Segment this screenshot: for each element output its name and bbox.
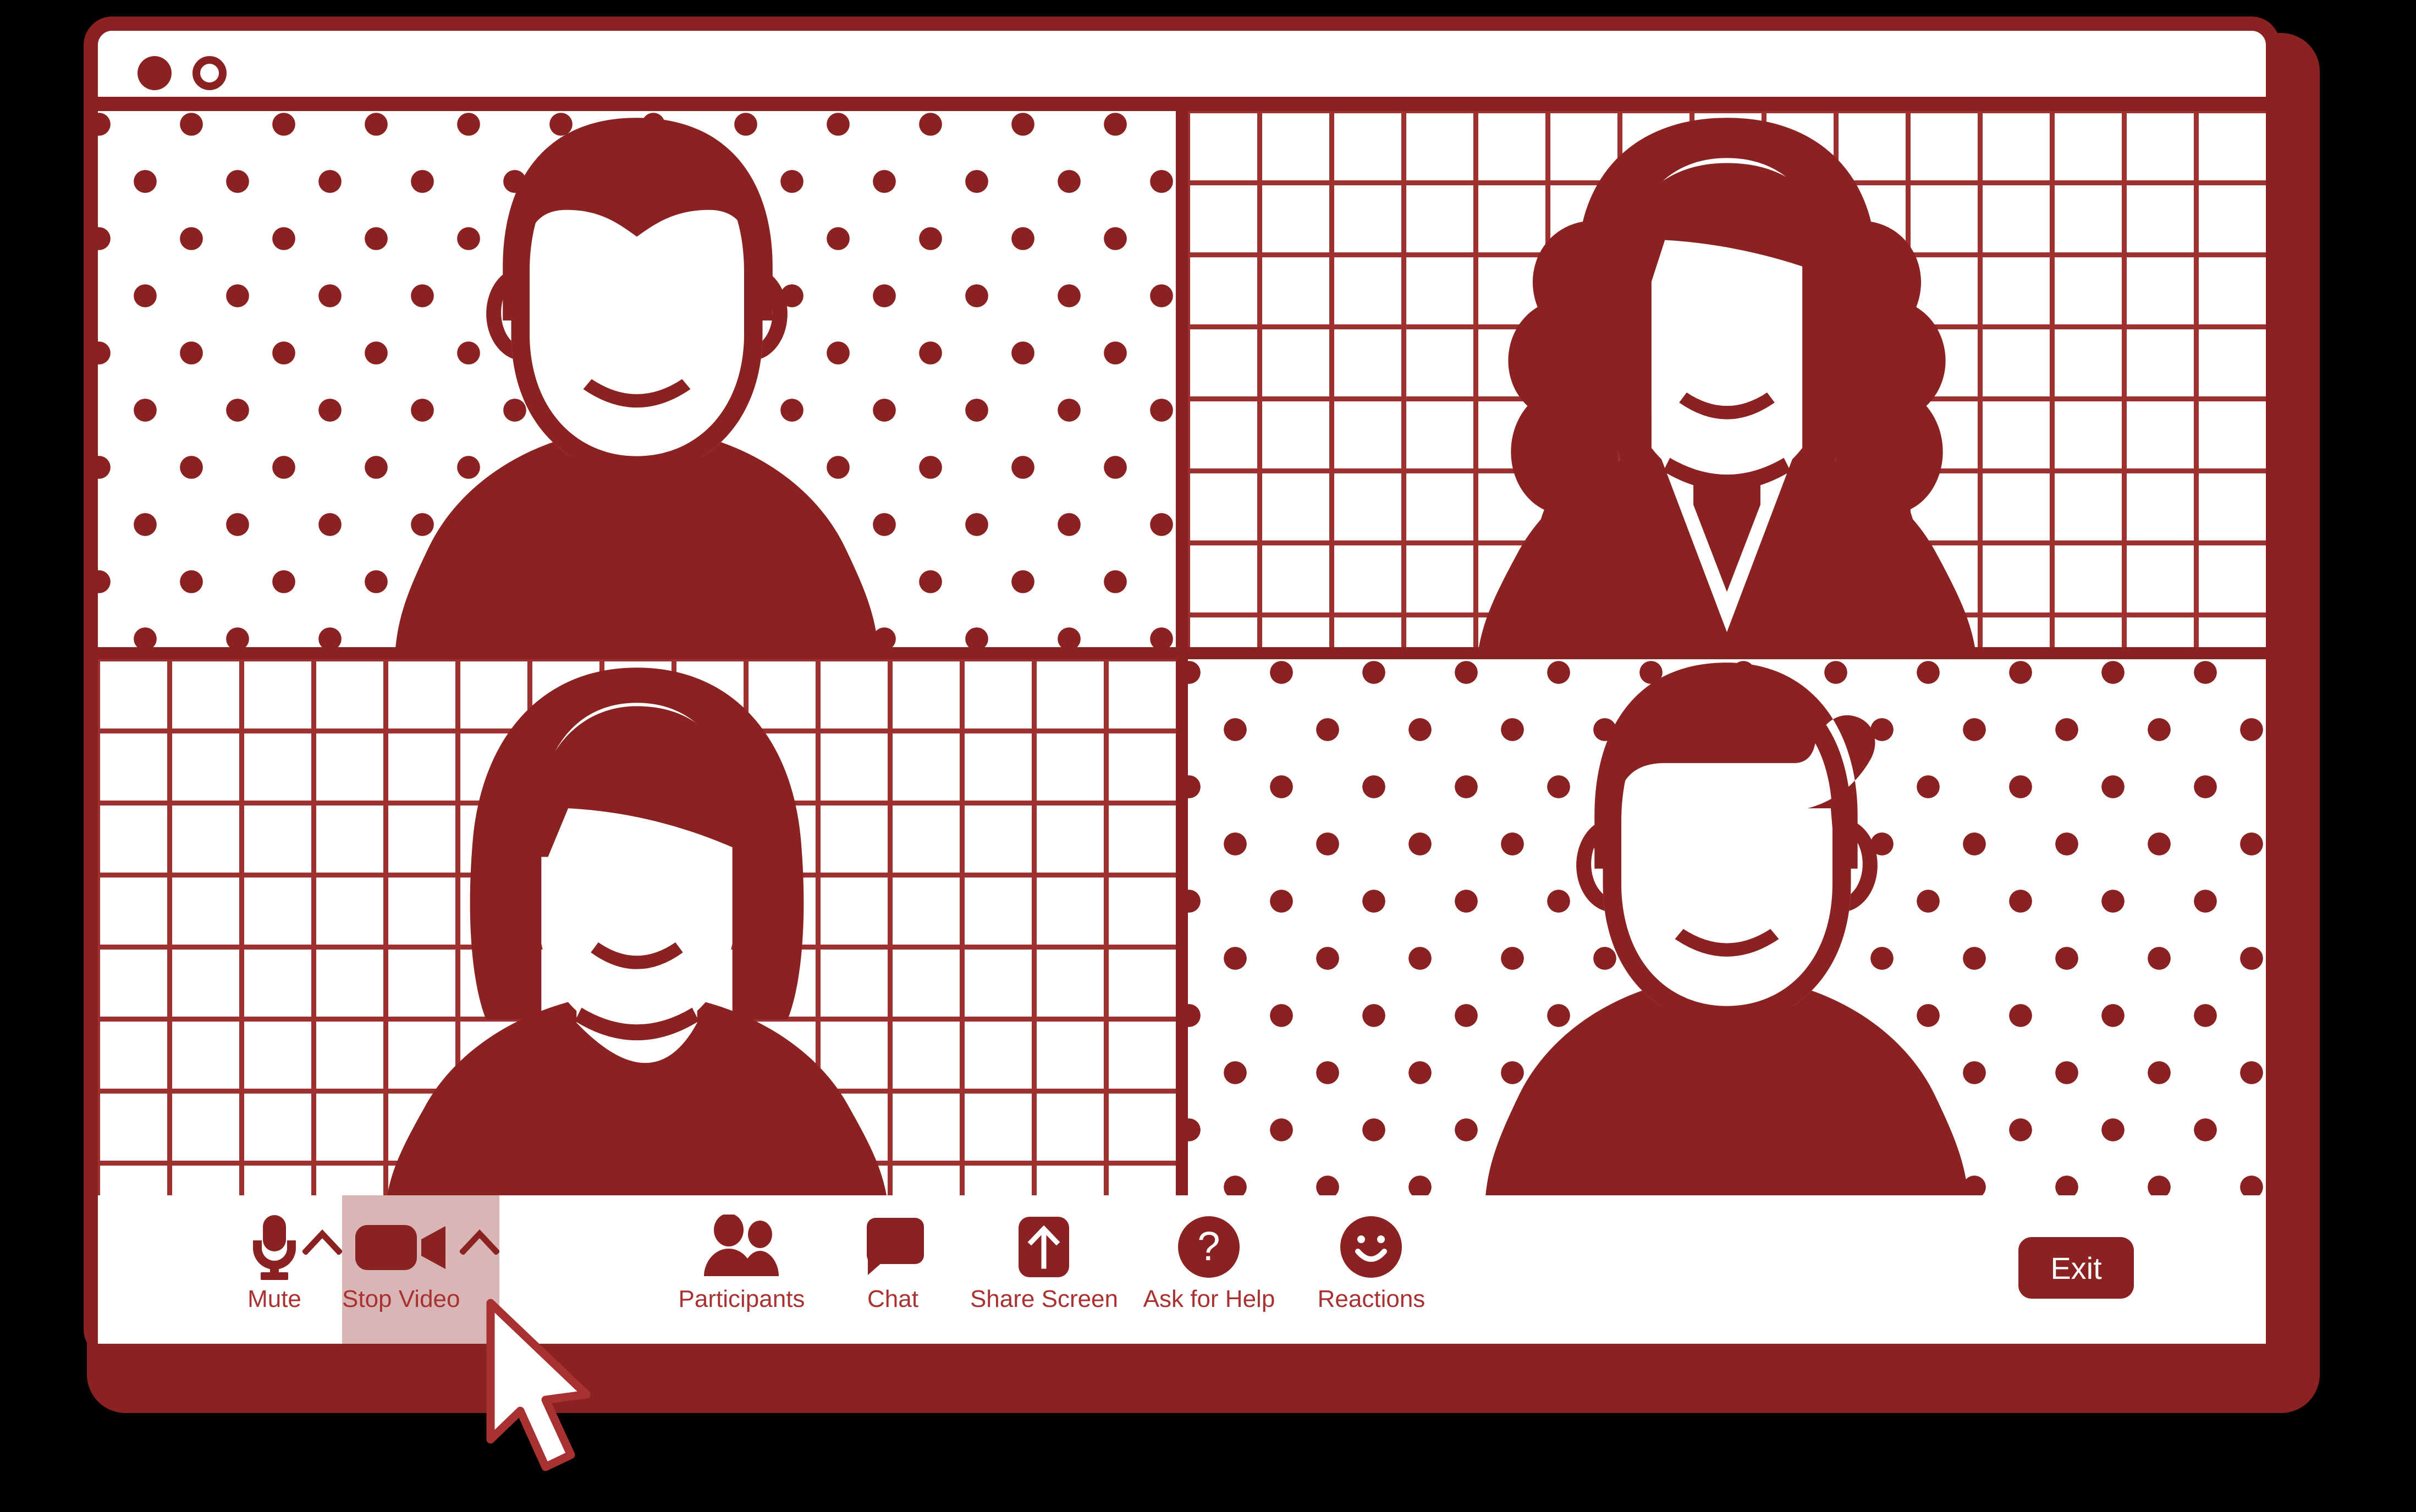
- ask-for-help-button[interactable]: ? Ask for Help: [1126, 1195, 1291, 1344]
- mute-chevron-up-icon[interactable]: [302, 1195, 342, 1344]
- question-mark-icon: ?: [1177, 1214, 1241, 1280]
- window-inner-frame: Mute Stop Video Participants Chat Share …: [84, 16, 2280, 1358]
- svg-text:?: ?: [1198, 1223, 1220, 1269]
- share-screen-button[interactable]: Share Screen: [961, 1195, 1126, 1344]
- window-control-filled-dot[interactable]: [137, 56, 172, 90]
- avatar-woman-bob-hair: [360, 659, 913, 1195]
- participant-tile-4[interactable]: [1188, 659, 2266, 1195]
- app-window: Mute Stop Video Participants Chat Share …: [84, 16, 2320, 1413]
- mute-group: Mute: [246, 1195, 342, 1344]
- participants-label: Participants: [678, 1285, 805, 1312]
- window-control-hollow-dot[interactable]: [192, 56, 227, 90]
- mute-button[interactable]: Mute: [246, 1195, 302, 1344]
- participant-tile-1[interactable]: [98, 111, 1176, 647]
- avatar-man-quiff-hair: [1476, 659, 1978, 1195]
- stop-video-button[interactable]: Stop Video: [342, 1195, 460, 1344]
- avatar-man-short-hair: [386, 111, 888, 647]
- participant-tile-2[interactable]: [1188, 111, 2266, 647]
- share-screen-label: Share Screen: [970, 1285, 1119, 1312]
- chat-bubble-icon: [860, 1214, 925, 1280]
- reactions-label: Reactions: [1317, 1285, 1426, 1312]
- video-camera-icon: [354, 1214, 448, 1280]
- mute-label: Mute: [247, 1285, 301, 1312]
- video-grid: [98, 111, 2266, 1195]
- exit-button[interactable]: Exit: [2018, 1237, 2134, 1299]
- title-bar: [98, 31, 2266, 111]
- stop-video-label: Stop Video: [342, 1285, 460, 1312]
- participants-button[interactable]: Participants: [659, 1195, 824, 1344]
- stop-video-group: Stop Video: [342, 1195, 500, 1344]
- smiley-face-icon: [1339, 1214, 1403, 1280]
- stop-video-chevron-up-icon[interactable]: [460, 1195, 500, 1344]
- people-icon: [703, 1214, 780, 1280]
- chat-label: Chat: [867, 1285, 918, 1312]
- meeting-toolbar: Mute Stop Video Participants Chat Share …: [98, 1195, 2266, 1344]
- upload-arrow-icon: [1017, 1214, 1070, 1280]
- participant-tile-3[interactable]: [98, 659, 1176, 1195]
- chat-button[interactable]: Chat: [824, 1195, 961, 1344]
- avatar-woman-curly-hair: [1450, 111, 2003, 647]
- ask-for-help-label: Ask for Help: [1143, 1285, 1275, 1312]
- reactions-button[interactable]: Reactions: [1291, 1195, 1451, 1344]
- microphone-icon: [246, 1214, 302, 1280]
